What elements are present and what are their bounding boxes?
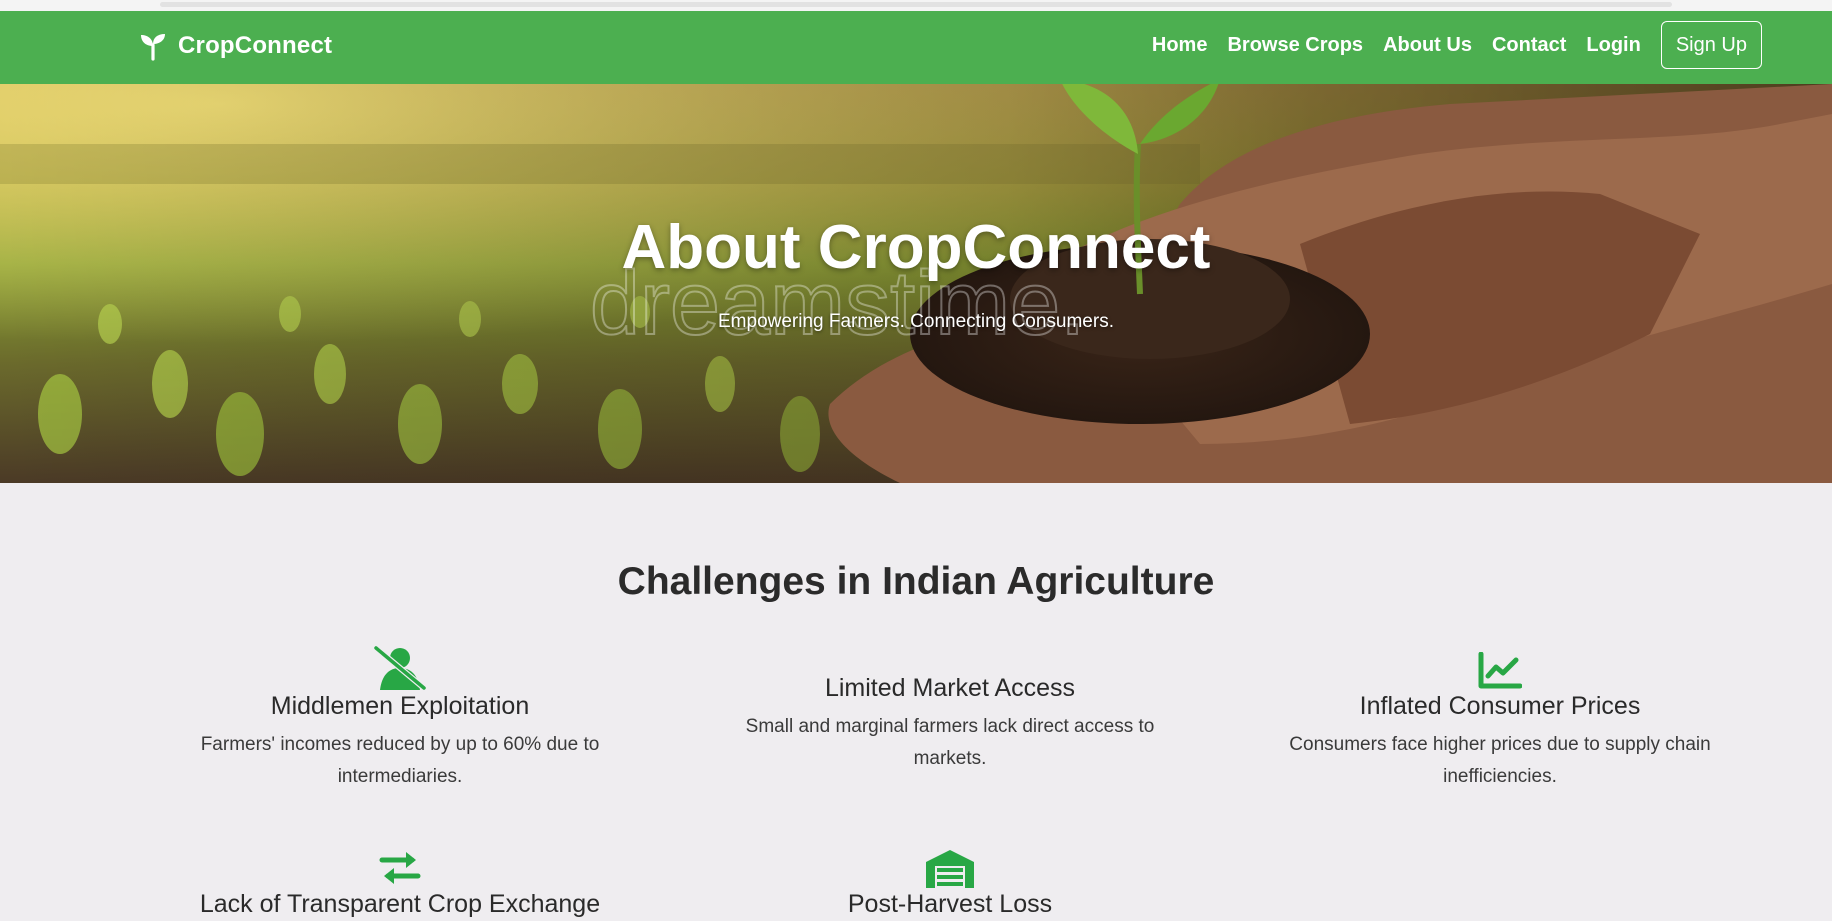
challenge-card-market-access: Limited Market Access Small and marginal… [710, 672, 1190, 775]
nav-link-contact[interactable]: Contact [1492, 20, 1566, 70]
challenge-title: Limited Market Access [824, 674, 1076, 702]
challenges-title: Challenges in Indian Agriculture [617, 560, 1215, 603]
challenge-card-consumer-prices: Inflated Consumer Prices Consumers face … [1260, 640, 1740, 793]
challenge-card-middlemen: Middlemen Exploitation Farmers' incomes … [160, 640, 640, 793]
chart-line-icon [1478, 652, 1522, 689]
brand-link[interactable]: CropConnect [138, 31, 332, 61]
user-slash-icon [374, 646, 426, 690]
nav-links: Home Browse Crops About Us Contact Login… [1132, 20, 1762, 70]
challenge-title: Post-Harvest Loss [847, 890, 1053, 918]
nav-link-about-us[interactable]: About Us [1383, 20, 1472, 70]
challenge-card-crop-exchange: Lack of Transparent Crop Exchange [160, 838, 640, 919]
hero-subtitle: Empowering Farmers. Connecting Consumers… [718, 311, 1114, 332]
navbar: CropConnect Home Browse Crops About Us C… [0, 11, 1832, 84]
exchange-icon [379, 852, 421, 884]
brand-name: CropConnect [178, 32, 333, 59]
seedling-icon [141, 34, 165, 61]
challenge-text: Consumers face higher prices due to supp… [1289, 734, 1711, 787]
challenge-card-post-harvest: Post-Harvest Loss [710, 838, 1190, 919]
challenge-text: Small and marginal farmers lack direct a… [745, 716, 1155, 769]
browser-top-strip [0, 0, 1832, 11]
hero-title: About CropConnect [621, 213, 1211, 282]
warehouse-icon [926, 850, 974, 888]
hero-banner: dreamstime. About CropConnect Empowering… [0, 84, 1832, 483]
hero-background-image: dreamstime. [0, 84, 1832, 483]
signup-button[interactable]: Sign Up [1660, 21, 1762, 69]
challenge-title: Lack of Transparent Crop Exchange [199, 890, 601, 918]
challenge-title: Middlemen Exploitation [270, 692, 530, 720]
nav-link-home[interactable]: Home [1152, 20, 1208, 70]
nav-link-login[interactable]: Login [1586, 20, 1640, 70]
nav-link-browse-crops[interactable]: Browse Crops [1227, 20, 1363, 70]
challenge-text: Farmers' incomes reduced by up to 60% du… [200, 734, 600, 787]
challenge-title: Inflated Consumer Prices [1359, 692, 1641, 720]
